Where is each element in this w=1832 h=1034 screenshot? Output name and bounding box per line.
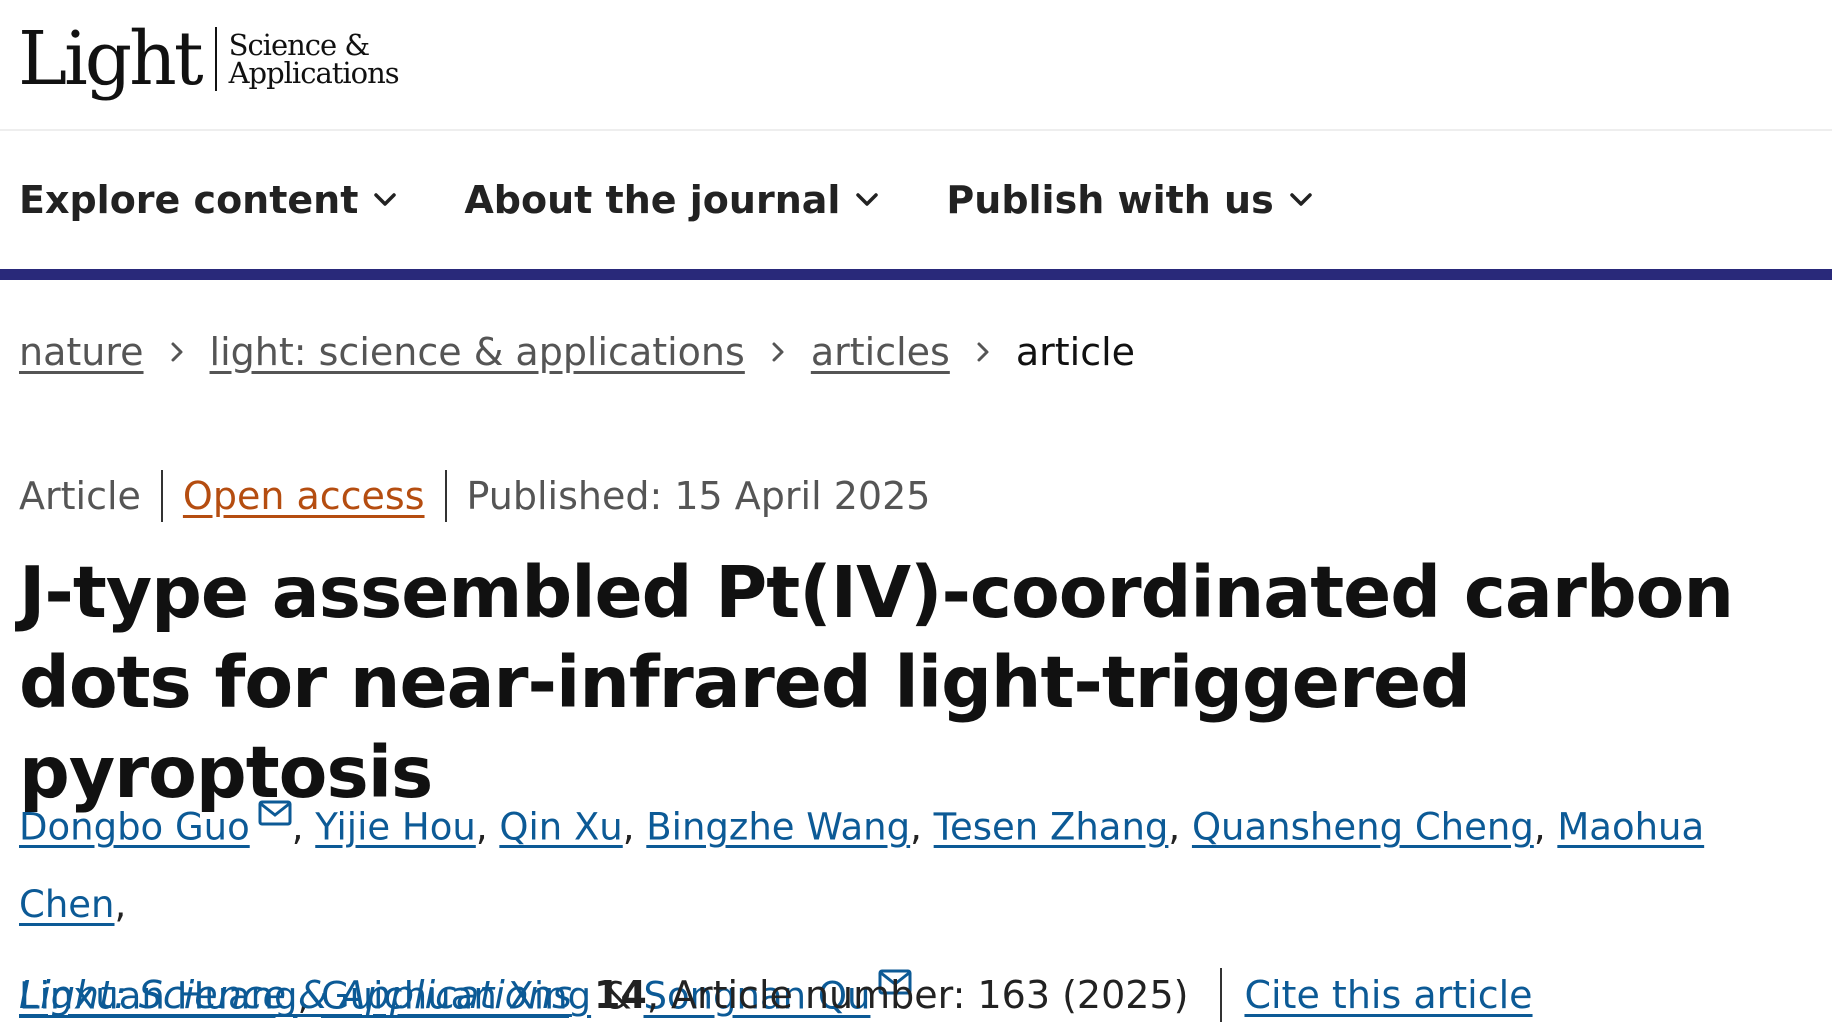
citation-line: Light: Science & Applications 14 , Artic… (19, 968, 1533, 1022)
volume-number: 14 (593, 973, 647, 1017)
logo-main-text: Light (18, 16, 204, 102)
chevron-right-icon (170, 341, 184, 363)
chevron-down-icon (1289, 193, 1312, 207)
nav-item-label: Publish with us (946, 178, 1274, 222)
author-link[interactable]: Bingzhe Wang (646, 805, 910, 848)
mail-icon[interactable] (258, 775, 292, 853)
breadcrumb-journal[interactable]: light: science & applications (210, 330, 745, 374)
nav-item-label: Explore content (19, 178, 359, 222)
author-link[interactable]: Quansheng Cheng (1192, 805, 1534, 848)
breadcrumb-current: article (1015, 330, 1136, 374)
author-sep: , (910, 805, 922, 849)
nav-explore-content[interactable]: Explore content (19, 178, 397, 222)
nav-item-label: About the journal (464, 178, 841, 222)
author-link[interactable]: Qin Xu (499, 805, 622, 848)
site-header: Light Science & Applications (0, 0, 1832, 131)
citation-divider (1220, 968, 1223, 1022)
main-nav: Explore content About the journal Publis… (0, 131, 1832, 269)
breadcrumb-nature[interactable]: nature (19, 330, 144, 374)
meta-divider (444, 470, 447, 522)
author-link[interactable]: Dongbo Guo (19, 805, 250, 848)
published-date: Published: 15 April 2025 (466, 474, 931, 518)
chevron-right-icon (976, 341, 990, 363)
breadcrumb: nature light: science & applications art… (19, 330, 1135, 374)
article-type: Article (19, 474, 141, 518)
author-sep: , (291, 805, 304, 849)
logo-sub-text: Science & Applications (228, 28, 400, 90)
author-sep: , (1533, 805, 1546, 849)
chevron-down-icon (374, 193, 397, 207)
journal-logo[interactable]: Light Science & Applications (18, 14, 400, 104)
author-sep: , (1168, 805, 1181, 849)
logo-sub-line1: Science & (228, 28, 371, 62)
chevron-right-icon (771, 341, 785, 363)
article-meta: Article Open access Published: 15 April … (19, 470, 930, 522)
author-sep: , (114, 883, 127, 927)
cite-article-link[interactable]: Cite this article (1244, 973, 1532, 1017)
nav-accent-bar (0, 269, 1832, 280)
author-sep: , (475, 805, 488, 849)
logo-divider (214, 27, 217, 91)
article-number: , Article number: 163 (2025) (646, 973, 1189, 1017)
author-link[interactable]: Yijie Hou (315, 805, 476, 848)
chevron-down-icon (856, 193, 879, 207)
open-access-link[interactable]: Open access (183, 474, 425, 518)
logo-sub-line2: Applications (228, 56, 400, 90)
meta-divider (160, 470, 163, 522)
nav-about-journal[interactable]: About the journal (464, 178, 879, 222)
breadcrumb-articles[interactable]: articles (811, 330, 950, 374)
journal-link[interactable]: Light: Science & Applications (19, 973, 572, 1017)
nav-publish-with-us[interactable]: Publish with us (946, 178, 1312, 222)
author-sep: , (622, 805, 635, 849)
author-link[interactable]: Tesen Zhang (934, 805, 1169, 848)
